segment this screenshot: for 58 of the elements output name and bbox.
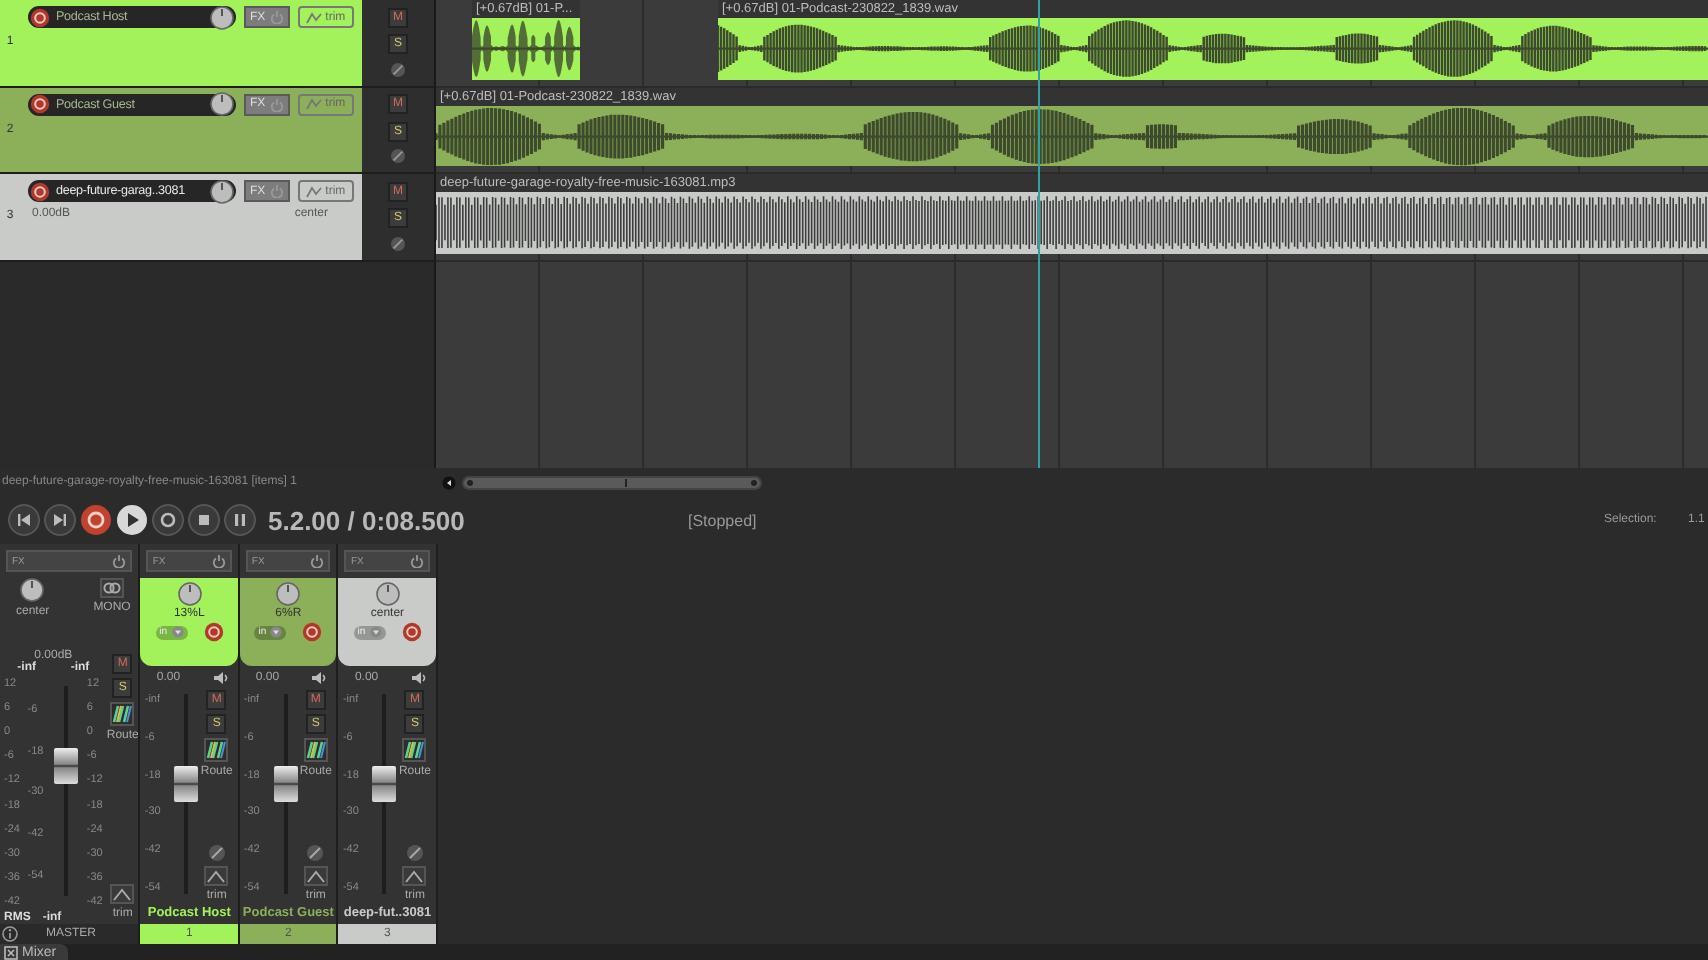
pan-knob[interactable] [276, 582, 301, 606]
route-icon[interactable] [204, 738, 229, 762]
power-icon [269, 10, 284, 24]
close-icon [4, 945, 18, 959]
power-icon [410, 554, 424, 568]
pan-knob[interactable] [177, 582, 202, 606]
phase-icon[interactable] [390, 148, 406, 165]
power-icon [269, 97, 284, 112]
time-display: 5.2.00 / 0:08.500 [268, 505, 467, 535]
skip-forward-icon[interactable] [44, 504, 76, 536]
volume-knob[interactable] [210, 5, 234, 29]
record-arm-icon[interactable] [30, 181, 50, 202]
transport-status: [Stopped] [688, 511, 759, 529]
fader-handle[interactable] [53, 747, 78, 784]
record-arm-icon[interactable] [203, 622, 224, 642]
speaker-icon [410, 670, 428, 686]
envelope-icon[interactable] [110, 884, 135, 904]
fader-handle[interactable] [273, 766, 298, 802]
envelope-icon[interactable] [402, 866, 427, 886]
pan-knob[interactable] [20, 578, 45, 602]
phase-icon[interactable] [306, 844, 325, 862]
scroll-left-icon [442, 475, 456, 489]
power-icon [211, 554, 226, 568]
phase-icon[interactable] [207, 844, 226, 862]
dropdown-icon [270, 626, 283, 638]
envelope-icon [305, 98, 322, 111]
power-icon [112, 554, 127, 568]
volume-knob[interactable] [210, 179, 234, 204]
stop-icon[interactable] [188, 504, 220, 536]
dropdown-icon [369, 626, 382, 638]
fader-handle[interactable] [174, 766, 199, 802]
envelope-icon [305, 185, 322, 198]
record-arm-icon[interactable] [30, 7, 50, 27]
power-icon [269, 184, 284, 199]
route-icon[interactable] [303, 738, 328, 762]
waveform-drawing [472, 18, 580, 80]
route-icon[interactable] [110, 702, 135, 726]
envelope-icon[interactable] [303, 866, 328, 886]
record-arm-icon[interactable] [30, 94, 50, 115]
envelope-icon [305, 11, 322, 23]
dropdown-icon [171, 626, 184, 638]
pause-icon[interactable] [224, 504, 256, 536]
route-icon[interactable] [402, 738, 427, 762]
envelope-icon[interactable] [204, 866, 229, 886]
volume-knob[interactable] [210, 92, 234, 117]
play-icon[interactable] [116, 504, 148, 536]
phase-icon[interactable] [390, 61, 406, 78]
speaker-icon [211, 670, 230, 686]
phase-icon[interactable] [405, 844, 424, 862]
speaker-icon [310, 670, 329, 686]
phase-icon[interactable] [390, 236, 406, 253]
info-icon [2, 926, 18, 942]
pan-knob[interactable] [375, 582, 400, 606]
record-button-icon[interactable] [80, 504, 112, 536]
skip-back-icon[interactable] [8, 504, 40, 536]
fader-handle[interactable] [372, 766, 397, 802]
power-icon [310, 554, 325, 568]
stereo-icon[interactable] [100, 578, 125, 598]
